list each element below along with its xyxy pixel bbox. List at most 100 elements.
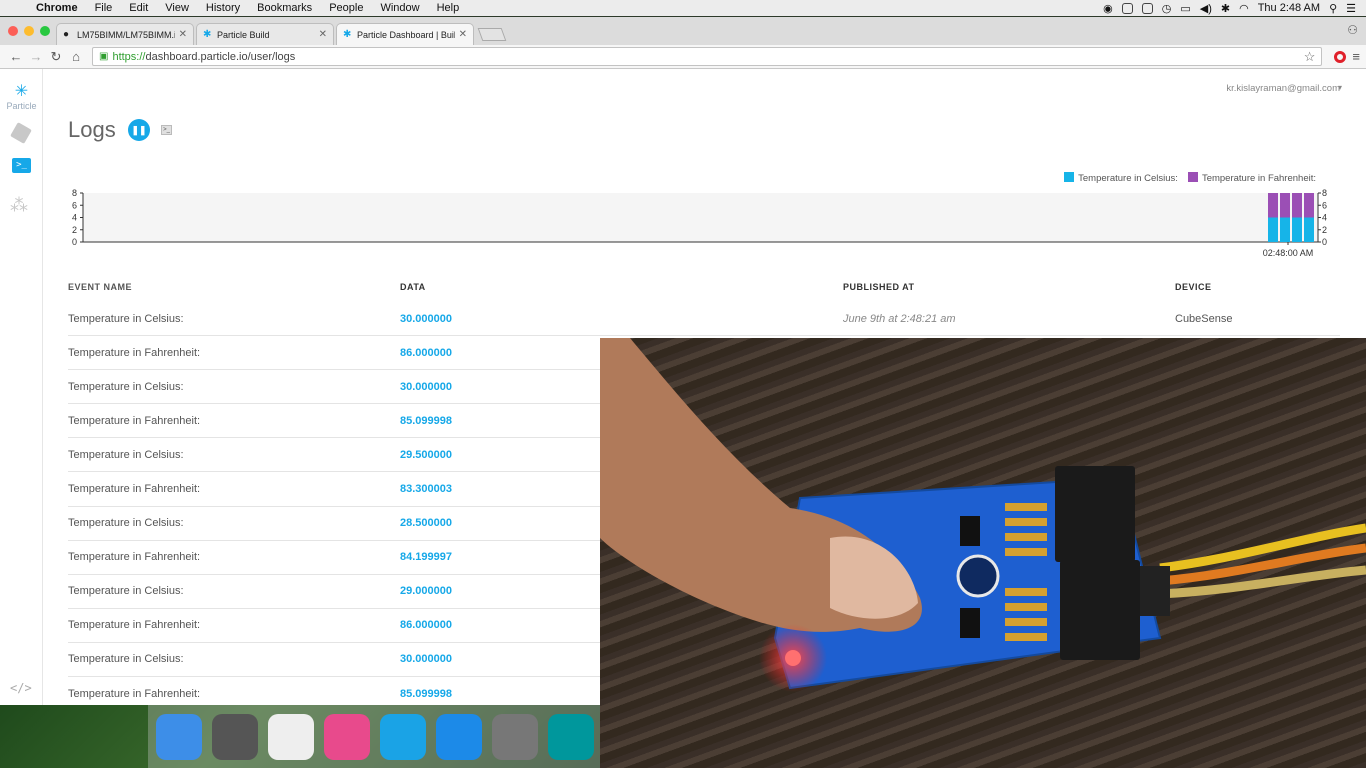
tab-close-icon[interactable]: ✕ [179,29,187,40]
system-preferences-icon[interactable] [492,713,538,760]
bar-fahrenheit [1268,193,1278,218]
sensor-board-photo [600,338,1366,692]
event-name-cell: Temperature in Fahrenheit: [68,551,201,564]
launchpad-icon[interactable] [212,713,258,760]
lock-icon: ▣ [99,51,109,62]
menu-file[interactable]: File [95,2,113,14]
event-name-cell: Temperature in Fahrenheit: [68,346,201,359]
y-tick-label-left: 8 [72,188,77,198]
maximize-window-icon[interactable] [40,26,50,36]
profile-icon[interactable]: ⚇ [1347,23,1358,37]
code-icon[interactable]: </> [10,681,32,695]
menu-history[interactable]: History [206,2,240,14]
particle-logo-icon[interactable]: ✳ [0,81,43,101]
bar-celsius [1268,217,1278,242]
itunes-icon[interactable] [324,713,370,760]
terminal-button[interactable]: >_ [161,125,172,135]
published-at-cell: June 9th at 2:48:21 am [843,312,956,325]
sidebar-logo-text: Particle [6,101,37,111]
tab-label: Particle Build [217,29,270,40]
status-area: ◉ ◷ ▭ ◀) ✱ ◠ Thu 2:48 AM ⚲ ☰ [1103,0,1356,16]
menu-help[interactable]: Help [437,2,460,14]
clock[interactable]: Thu 2:48 AM [1258,2,1320,14]
back-icon[interactable]: ← [6,49,26,64]
console-icon[interactable]: >_ [12,158,31,173]
menu-view[interactable]: View [165,2,189,14]
menu-edit[interactable]: Edit [129,2,148,14]
particle-icon: ✱ [343,28,352,40]
tab-close-icon[interactable]: ✕ [319,29,327,40]
sidebar: ✳ Particle >_ ⁂ </> [0,69,43,705]
event-name-cell: Temperature in Fahrenheit: [68,483,201,496]
address-bar[interactable]: ▣ https:// dashboard.particle.io/user/lo… [92,47,1323,66]
record-icon[interactable]: ◉ [1103,2,1113,15]
legend-item-fahrenheit[interactable]: Temperature in Fahrenheit: [1187,172,1316,184]
tab-label: LM75BIMM/LM75BIMM.ino [77,29,175,40]
y-tick-label-right: 2 [1322,225,1327,235]
event-name-cell: Temperature in Fahrenheit: [68,619,201,632]
bluetooth-icon[interactable]: ✱ [1221,2,1230,15]
volume-icon[interactable]: ◀) [1200,2,1212,15]
dropbox-icon[interactable] [1121,2,1133,14]
x-tick-label: 02:48:00 AM [1263,248,1314,258]
menu-app[interactable]: Chrome [36,2,78,14]
timemachine-icon[interactable]: ◷ [1162,2,1172,15]
airplay-icon[interactable]: ▭ [1180,2,1190,15]
opera-extension-icon[interactable] [1334,50,1347,63]
reload-icon[interactable]: ↻ [46,49,66,65]
spotlight-icon[interactable]: ⚲ [1329,2,1337,15]
new-tab-button[interactable] [477,28,507,41]
pause-button[interactable]: ❚❚ [128,119,150,141]
github-icon: ● [63,28,70,40]
legend-swatch [1187,172,1198,182]
textedit-icon[interactable] [268,713,314,760]
y-tick-label-left: 4 [72,213,77,223]
home-icon[interactable]: ⌂ [66,49,86,64]
bookmark-star-icon[interactable]: ☆ [1304,49,1316,65]
table-header: EVENT NAME DATA PUBLISHED AT DEVICE [68,282,1340,302]
tab-particle-build[interactable]: ✱ Particle Build ✕ [196,23,334,45]
legend-label: Temperature in Celsius: [1078,173,1178,184]
forward-icon[interactable]: → [26,49,46,64]
user-menu-caret-icon[interactable]: ▾ [1338,83,1342,92]
menu-bookmarks[interactable]: Bookmarks [257,2,312,14]
skype-icon[interactable] [380,713,426,760]
event-name-cell: Temperature in Fahrenheit: [68,687,201,700]
menu-window[interactable]: Window [380,2,419,14]
close-window-icon[interactable] [8,26,18,36]
minimize-window-icon[interactable] [24,26,34,36]
bar-celsius [1292,217,1302,242]
tab-particle-dashboard[interactable]: ✱ Particle Dashboard | Build ✕ [336,23,474,45]
chrome-menu-icon[interactable]: ≡ [1352,49,1360,64]
particle-icon: ✱ [203,28,212,40]
bar-celsius [1280,217,1290,242]
table-row[interactable]: Temperature in Celsius: 30.000000 June 9th… [68,302,1340,337]
event-chart: 0 0 2 2 4 4 6 6 8 8 02:48:00 AM [72,188,1327,258]
app-store-icon[interactable] [436,713,482,760]
browser-toolbar: ← → ↻ ⌂ ▣ https:// dashboard.particle.io… [0,45,1366,69]
tab-close-icon[interactable]: ✕ [459,29,467,40]
skype-status-icon[interactable] [1141,2,1153,14]
notification-center-icon[interactable]: ☰ [1346,2,1356,15]
header-event-name: EVENT NAME [68,282,133,292]
data-cell: 30.000000 [400,312,452,325]
legend-item-celsius[interactable]: Temperature in Celsius: [1064,172,1178,184]
y-tick-label-right: 8 [1322,188,1327,198]
event-name-cell: Temperature in Celsius: [68,380,184,393]
wifi-icon[interactable]: ◠ [1239,2,1249,15]
url-scheme: https:// [112,50,146,63]
finder-icon[interactable] [156,713,202,760]
devices-cube-icon[interactable] [10,122,32,144]
mac-menubar: Chrome File Edit View History Bookmarks … [0,0,1366,16]
tab-strip: ● LM75BIMM/LM75BIMM.ino ✕ ✱ Particle Bui… [0,17,1366,45]
arduino-icon[interactable] [548,713,594,760]
y-tick-label-right: 4 [1322,213,1327,223]
dock [148,705,600,768]
y-tick-label-right: 0 [1322,237,1327,247]
integrations-icon[interactable]: ⁂ [10,195,28,216]
tab-github[interactable]: ● LM75BIMM/LM75BIMM.ino ✕ [56,23,194,45]
menu-people[interactable]: People [329,2,363,14]
user-menu[interactable]: kr.kislayraman@gmail.com [1226,83,1340,94]
legend-label: Temperature in Fahrenheit: [1201,173,1316,184]
plot-area [83,193,1318,242]
